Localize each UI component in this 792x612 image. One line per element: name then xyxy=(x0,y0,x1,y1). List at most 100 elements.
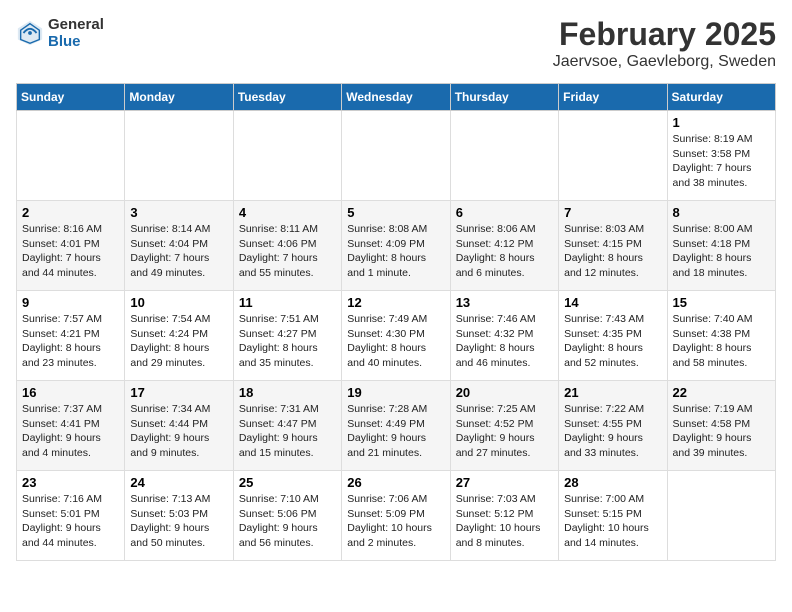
day-number: 24 xyxy=(130,475,227,490)
day-info: Sunrise: 7:46 AM Sunset: 4:32 PM Dayligh… xyxy=(456,312,553,371)
col-tuesday: Tuesday xyxy=(233,84,341,111)
day-info: Sunrise: 7:54 AM Sunset: 4:24 PM Dayligh… xyxy=(130,312,227,371)
day-info: Sunrise: 7:31 AM Sunset: 4:47 PM Dayligh… xyxy=(239,402,336,461)
logo-icon xyxy=(16,19,44,47)
day-info: Sunrise: 8:14 AM Sunset: 4:04 PM Dayligh… xyxy=(130,222,227,281)
logo-text: General Blue xyxy=(48,16,104,50)
day-info: Sunrise: 8:08 AM Sunset: 4:09 PM Dayligh… xyxy=(347,222,444,281)
calendar-cell: 17Sunrise: 7:34 AM Sunset: 4:44 PM Dayli… xyxy=(125,381,233,471)
calendar-cell: 22 Sunrise: 7:19 AM Sunset: 4:58 PM Dayli… xyxy=(667,381,775,471)
day-number: 23 xyxy=(22,475,119,490)
calendar-cell xyxy=(559,111,667,201)
day-info: Sunrise: 8:19 AM Sunset: 3:58 PM Dayligh… xyxy=(673,132,770,191)
day-number: 17 xyxy=(130,385,227,400)
calendar-cell: 5Sunrise: 8:08 AM Sunset: 4:09 PM Daylig… xyxy=(342,201,450,291)
calendar-week-row: 23Sunrise: 7:16 AM Sunset: 5:01 PM Dayli… xyxy=(17,471,776,561)
calendar-cell: 18 Sunrise: 7:31 AM Sunset: 4:47 PM Dayli… xyxy=(233,381,341,471)
calendar-cell: 4 Sunrise: 8:11 AM Sunset: 4:06 PM Daylig… xyxy=(233,201,341,291)
logo: General Blue xyxy=(16,16,104,50)
calendar-cell xyxy=(342,111,450,201)
calendar-cell: 27 Sunrise: 7:03 AM Sunset: 5:12 PM Dayli… xyxy=(450,471,558,561)
calendar-week-row: 16Sunrise: 7:37 AM Sunset: 4:41 PM Dayli… xyxy=(17,381,776,471)
calendar-cell xyxy=(125,111,233,201)
day-info: Sunrise: 7:51 AM Sunset: 4:27 PM Dayligh… xyxy=(239,312,336,371)
subtitle: Jaervsoe, Gaevleborg, Sweden xyxy=(553,53,776,71)
day-number: 7 xyxy=(564,205,661,220)
calendar-cell: 20 Sunrise: 7:25 AM Sunset: 4:52 PM Dayli… xyxy=(450,381,558,471)
calendar-week-row: 9Sunrise: 7:57 AM Sunset: 4:21 PM Daylig… xyxy=(17,291,776,381)
calendar-cell: 19 Sunrise: 7:28 AM Sunset: 4:49 PM Dayli… xyxy=(342,381,450,471)
calendar-cell xyxy=(450,111,558,201)
main-title: February 2025 xyxy=(553,16,776,53)
calendar-cell: 21 Sunrise: 7:22 AM Sunset: 4:55 PM Dayli… xyxy=(559,381,667,471)
day-number: 25 xyxy=(239,475,336,490)
col-sunday: Sunday xyxy=(17,84,125,111)
day-info: Sunrise: 7:10 AM Sunset: 5:06 PM Dayligh… xyxy=(239,492,336,551)
calendar-week-row: 2 Sunrise: 8:16 AM Sunset: 4:01 PM Daylig… xyxy=(17,201,776,291)
calendar-cell: 16Sunrise: 7:37 AM Sunset: 4:41 PM Dayli… xyxy=(17,381,125,471)
day-info: Sunrise: 7:28 AM Sunset: 4:49 PM Dayligh… xyxy=(347,402,444,461)
title-block: February 2025 Jaervsoe, Gaevleborg, Swed… xyxy=(553,16,776,71)
calendar-cell: 12 Sunrise: 7:49 AM Sunset: 4:30 PM Dayli… xyxy=(342,291,450,381)
page-header: General Blue February 2025 Jaervsoe, Gae… xyxy=(16,16,776,71)
calendar-cell: 8Sunrise: 8:00 AM Sunset: 4:18 PM Daylig… xyxy=(667,201,775,291)
calendar-cell: 23Sunrise: 7:16 AM Sunset: 5:01 PM Dayli… xyxy=(17,471,125,561)
day-number: 1 xyxy=(673,115,770,130)
col-friday: Friday xyxy=(559,84,667,111)
day-number: 20 xyxy=(456,385,553,400)
day-info: Sunrise: 8:16 AM Sunset: 4:01 PM Dayligh… xyxy=(22,222,119,281)
day-info: Sunrise: 8:00 AM Sunset: 4:18 PM Dayligh… xyxy=(673,222,770,281)
day-number: 4 xyxy=(239,205,336,220)
day-info: Sunrise: 7:22 AM Sunset: 4:55 PM Dayligh… xyxy=(564,402,661,461)
calendar-cell: 10 Sunrise: 7:54 AM Sunset: 4:24 PM Dayli… xyxy=(125,291,233,381)
day-number: 6 xyxy=(456,205,553,220)
day-info: Sunrise: 7:00 AM Sunset: 5:15 PM Dayligh… xyxy=(564,492,661,551)
calendar-cell: 2 Sunrise: 8:16 AM Sunset: 4:01 PM Daylig… xyxy=(17,201,125,291)
calendar-cell: 13 Sunrise: 7:46 AM Sunset: 4:32 PM Dayli… xyxy=(450,291,558,381)
calendar-header-row: Sunday Monday Tuesday Wednesday Thursday… xyxy=(17,84,776,111)
calendar-cell: 7 Sunrise: 8:03 AM Sunset: 4:15 PM Daylig… xyxy=(559,201,667,291)
col-saturday: Saturday xyxy=(667,84,775,111)
day-info: Sunrise: 7:06 AM Sunset: 5:09 PM Dayligh… xyxy=(347,492,444,551)
day-info: Sunrise: 8:03 AM Sunset: 4:15 PM Dayligh… xyxy=(564,222,661,281)
day-info: Sunrise: 7:25 AM Sunset: 4:52 PM Dayligh… xyxy=(456,402,553,461)
calendar-body: 1 Sunrise: 8:19 AM Sunset: 3:58 PM Daylig… xyxy=(17,111,776,561)
calendar-cell: 6 Sunrise: 8:06 AM Sunset: 4:12 PM Daylig… xyxy=(450,201,558,291)
day-info: Sunrise: 7:13 AM Sunset: 5:03 PM Dayligh… xyxy=(130,492,227,551)
calendar-table: Sunday Monday Tuesday Wednesday Thursday… xyxy=(16,83,776,561)
calendar-cell: 25 Sunrise: 7:10 AM Sunset: 5:06 PM Dayli… xyxy=(233,471,341,561)
day-number: 14 xyxy=(564,295,661,310)
calendar-cell: 28 Sunrise: 7:00 AM Sunset: 5:15 PM Dayli… xyxy=(559,471,667,561)
calendar-cell: 11Sunrise: 7:51 AM Sunset: 4:27 PM Dayli… xyxy=(233,291,341,381)
calendar-cell xyxy=(233,111,341,201)
col-thursday: Thursday xyxy=(450,84,558,111)
day-number: 21 xyxy=(564,385,661,400)
calendar-cell: 14 Sunrise: 7:43 AM Sunset: 4:35 PM Dayli… xyxy=(559,291,667,381)
day-number: 3 xyxy=(130,205,227,220)
day-info: Sunrise: 7:43 AM Sunset: 4:35 PM Dayligh… xyxy=(564,312,661,371)
day-number: 15 xyxy=(673,295,770,310)
calendar-cell xyxy=(667,471,775,561)
day-info: Sunrise: 7:19 AM Sunset: 4:58 PM Dayligh… xyxy=(673,402,770,461)
day-number: 28 xyxy=(564,475,661,490)
day-number: 27 xyxy=(456,475,553,490)
day-number: 10 xyxy=(130,295,227,310)
day-number: 22 xyxy=(673,385,770,400)
day-info: Sunrise: 7:40 AM Sunset: 4:38 PM Dayligh… xyxy=(673,312,770,371)
calendar-week-row: 1 Sunrise: 8:19 AM Sunset: 3:58 PM Daylig… xyxy=(17,111,776,201)
day-number: 26 xyxy=(347,475,444,490)
day-info: Sunrise: 7:49 AM Sunset: 4:30 PM Dayligh… xyxy=(347,312,444,371)
col-monday: Monday xyxy=(125,84,233,111)
day-number: 2 xyxy=(22,205,119,220)
calendar-cell: 15 Sunrise: 7:40 AM Sunset: 4:38 PM Dayli… xyxy=(667,291,775,381)
day-number: 18 xyxy=(239,385,336,400)
day-number: 9 xyxy=(22,295,119,310)
calendar-cell xyxy=(17,111,125,201)
day-info: Sunrise: 7:03 AM Sunset: 5:12 PM Dayligh… xyxy=(456,492,553,551)
day-number: 19 xyxy=(347,385,444,400)
day-info: Sunrise: 8:06 AM Sunset: 4:12 PM Dayligh… xyxy=(456,222,553,281)
day-number: 13 xyxy=(456,295,553,310)
day-info: Sunrise: 8:11 AM Sunset: 4:06 PM Dayligh… xyxy=(239,222,336,281)
calendar-cell: 26 Sunrise: 7:06 AM Sunset: 5:09 PM Dayli… xyxy=(342,471,450,561)
day-number: 12 xyxy=(347,295,444,310)
